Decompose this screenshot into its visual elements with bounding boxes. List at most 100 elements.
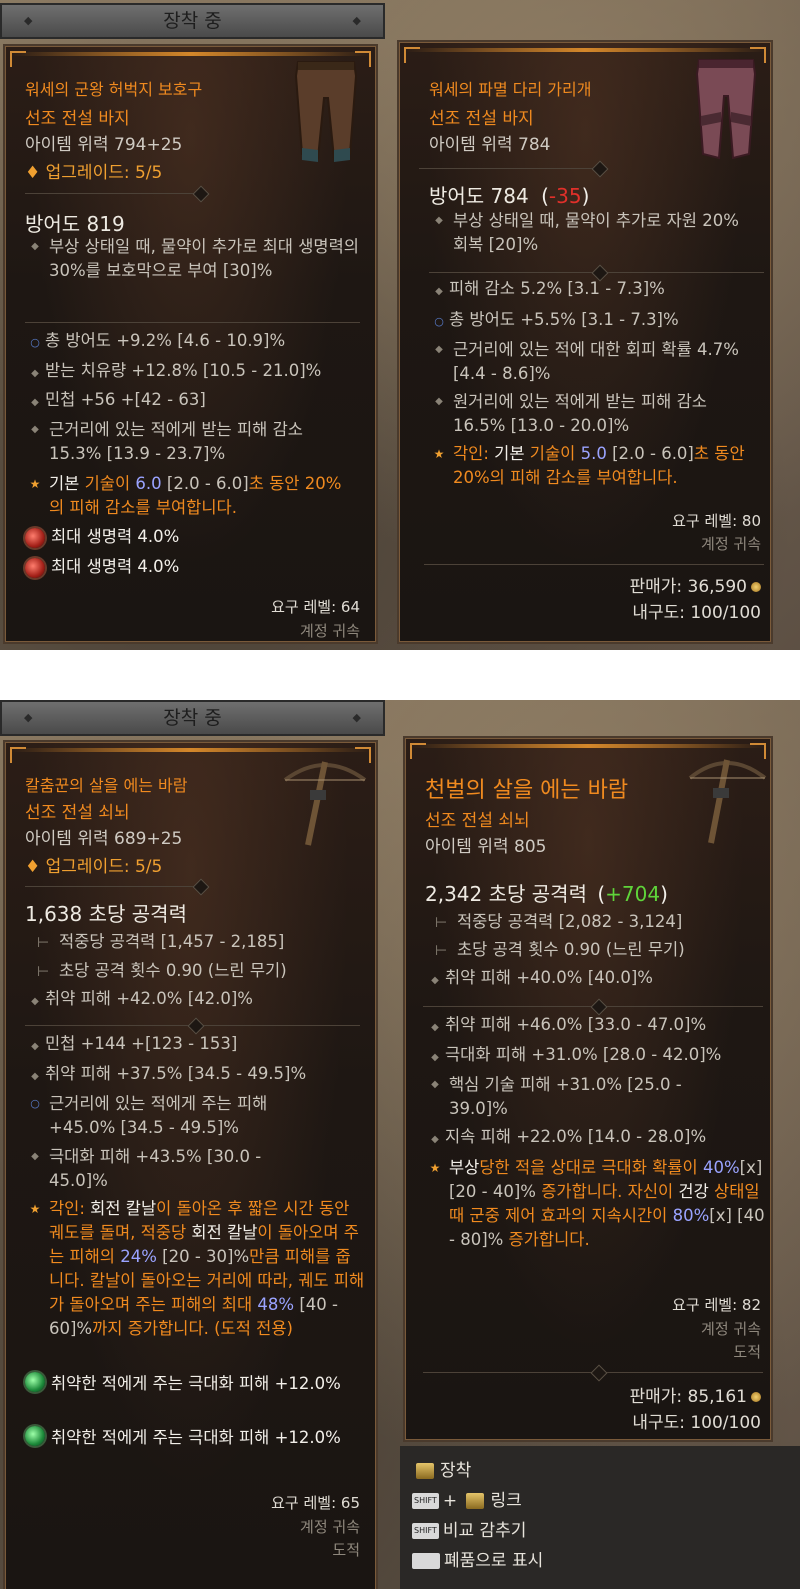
armor-value: 방어도 819 xyxy=(25,212,125,236)
diamond-bullet-icon: ◆ xyxy=(435,215,443,226)
diamond-bullet-icon: ◆ xyxy=(435,286,443,297)
aspect-line: ★ 각인: 기본 기술이 5.0 [2.0 - 6.0]초 동안 20%의 피해… xyxy=(429,442,759,490)
divider xyxy=(429,264,764,282)
affix-line: ◆ 극대화 피해 +43.5% [30.0 - 45.0]% xyxy=(25,1145,325,1193)
equipped-item-tooltip: 칼춤꾼의 살을 에는 바람 선조 전설 쇠뇌 아이템 위력 689+25 ♦ 업… xyxy=(3,740,378,1589)
socket-line: 취약한 적에게 주는 극대화 피해 +12.0% xyxy=(25,1372,345,1396)
affix-line: ◆ 피해 감소 5.2% [3.1 - 7.3]% xyxy=(429,277,759,304)
compared-item-tooltip: 워세의 파멸 다리 가리개 선조 전설 바지 아이템 위력 784 방어도 78… xyxy=(397,40,773,644)
item-name: 워세의 파멸 다리 가리개 xyxy=(429,80,592,99)
ornament-right-icon: ◆ xyxy=(352,711,361,724)
diamond-bullet-icon: ◆ xyxy=(31,368,39,379)
implicit-line: ◆ 부상 상태일 때, 물약이 추가로 최대 생명력의 30%를 보호막으로 부… xyxy=(25,235,365,295)
equip-hint[interactable]: 장착 xyxy=(416,1456,471,1481)
corner-ornament xyxy=(10,51,26,67)
divider xyxy=(25,1017,360,1035)
diamond-bullet-icon: ◆ xyxy=(31,424,39,435)
pants-item-icon xyxy=(294,61,358,162)
corner-ornament xyxy=(404,47,420,63)
item-type: 선조 전설 쇠뇌 xyxy=(25,803,130,823)
ornament-left-icon: ◆ xyxy=(24,711,33,724)
affix-line: ◆ 민첩 +144 +[123 - 153] xyxy=(25,1032,237,1059)
diamond-bullet-icon: ◆ xyxy=(435,344,443,355)
item-name: 칼춤꾼의 살을 에는 바람 xyxy=(25,776,188,795)
hide-compare-hint[interactable]: SHIFT 비교 감추기 xyxy=(412,1516,526,1541)
diamond-bullet-icon: ◆ xyxy=(431,1134,439,1145)
divider xyxy=(25,878,210,896)
mark-junk-hint[interactable]: 폐품으로 표시 xyxy=(412,1546,543,1571)
spacebar-key-icon xyxy=(412,1553,440,1569)
item-name: 천벌의 살을 에는 바람 xyxy=(425,778,629,803)
item-power: 아이템 위력 794+25 xyxy=(25,135,183,155)
divider xyxy=(25,322,360,323)
star-aspect-icon: ★ xyxy=(29,477,41,491)
sell-price: 판매가: 85,161 xyxy=(629,1382,761,1407)
ornament-right-icon: ◆ xyxy=(352,14,361,27)
corner-ornament xyxy=(410,743,426,759)
dps-diff: +704 xyxy=(605,882,661,906)
diamond-bullet-icon: ◆ xyxy=(31,241,39,252)
account-bound: 계정 귀속 xyxy=(300,1518,360,1536)
equipped-header-label: 장착 중 xyxy=(163,707,222,729)
required-level: 요구 레벨: 82 xyxy=(672,1296,761,1314)
corner-ornament xyxy=(10,747,26,763)
crossbow-item-icon xyxy=(688,759,767,844)
class-restriction: 도적 xyxy=(733,1343,761,1361)
item-type: 선조 전설 바지 xyxy=(25,109,130,129)
affix-line: ◆ 받는 치유량 +12.8% [10.5 - 21.0]% xyxy=(25,359,365,386)
aspect-line: ★ 기본 기술이 6.0 [2.0 - 6.0]초 동안 20%의 피해 감소를… xyxy=(25,472,355,520)
circle-bullet-icon: ○ xyxy=(30,336,40,349)
diamond-bullet-icon: ◆ xyxy=(431,1022,439,1033)
emerald-gem-icon xyxy=(25,1372,45,1392)
affix-line: ◆ 지속 피해 +22.0% [14.0 - 28.0]% xyxy=(425,1125,706,1152)
circle-bullet-icon: ○ xyxy=(434,315,444,328)
link-hint[interactable]: SHIFT + 링크 xyxy=(412,1486,522,1511)
diamond-bullet-icon: ◆ xyxy=(31,1151,39,1162)
dps-breakdown: ⊢ 적중당 공격력 [2,082 - 3,124] xyxy=(435,910,682,935)
aspect-line: ★ 각인: 회전 칼날이 돌아온 후 짧은 시간 동안 궤도를 돌며, 적중당 … xyxy=(25,1197,365,1357)
pants-item-icon xyxy=(695,59,757,160)
upgrade-count: ♦ 업그레이드: 5/5 xyxy=(25,857,163,877)
durability: 내구도: 100/100 xyxy=(632,1413,761,1433)
circle-bullet-icon: ○ xyxy=(30,1097,40,1110)
divider xyxy=(424,564,764,565)
affix-line: ◆ 근거리에 있는 적에게 받는 피해 감소 15.3% [13.9 - 23.… xyxy=(25,418,345,466)
dps-line: 2,342 초당 공격력 (+704) xyxy=(425,882,668,906)
divider xyxy=(25,185,210,203)
affix-line: ○ 총 방어도 +9.2% [4.6 - 10.9]% xyxy=(25,329,365,355)
socket-line: 최대 생명력 4.0% xyxy=(25,555,179,579)
affix-line: ◆ 핵심 기술 피해 +31.0% [25.0 - 39.0]% xyxy=(425,1073,745,1121)
implicit-line: ◆ 취약 피해 +42.0% [42.0]% xyxy=(25,987,253,1014)
equipped-item-tooltip: 워세의 군왕 허벅지 보호구 선조 전설 바지 아이템 위력 794+25 ♦ … xyxy=(3,44,378,644)
affix-line: ◆ 취약 피해 +37.5% [34.5 - 49.5]% xyxy=(25,1062,306,1089)
account-bound: 계정 귀속 xyxy=(701,535,761,553)
affix-line: ◆ 민첩 +56 +[42 - 63] xyxy=(25,388,365,415)
diamond-bullet-icon: ◆ xyxy=(431,1079,439,1090)
ruby-gem-icon xyxy=(25,527,45,548)
mouse-button-icon xyxy=(416,1463,434,1479)
top-comparison: ◆ 장착 중 ◆ 워세의 군왕 허벅지 보호구 선조 전설 바지 아이템 위력 … xyxy=(0,0,800,650)
account-bound: 계정 귀속 xyxy=(300,622,360,640)
star-aspect-icon: ★ xyxy=(433,447,445,461)
item-name: 워세의 군왕 허벅지 보호구 xyxy=(25,80,203,99)
equipped-header-label: 장착 중 xyxy=(163,10,222,32)
item-power: 아이템 위력 805 xyxy=(425,837,547,857)
dps-breakdown: ⊢ 적중당 공격력 [1,457 - 2,185] xyxy=(37,930,284,955)
diamond-bullet-icon: ◆ xyxy=(31,1041,39,1052)
compared-item-tooltip: 천벌의 살을 에는 바람 선조 전설 쇠뇌 아이템 위력 805 2,342 초… xyxy=(403,736,773,1442)
divider xyxy=(423,998,763,1016)
dps-breakdown: ⊢ 초당 공격 횟수 0.90 (느린 무기) xyxy=(37,959,287,984)
equipped-header: ◆ 장착 중 ◆ xyxy=(0,700,385,736)
dps-breakdown: ⊢ 초당 공격 횟수 0.90 (느린 무기) xyxy=(435,938,685,963)
diamond-bullet-icon: ◆ xyxy=(31,397,39,408)
item-type: 선조 전설 쇠뇌 xyxy=(425,811,530,831)
armor-diff: -35 xyxy=(548,184,582,208)
diamond-bullet-icon: ◆ xyxy=(31,1071,39,1082)
implicit-line: ◆ 부상 상태일 때, 물약이 추가로 자원 20% 회복 [20]% xyxy=(429,209,749,257)
ruby-gem-icon xyxy=(25,557,45,578)
required-level: 요구 레벨: 80 xyxy=(672,512,761,530)
class-restriction: 도적 xyxy=(332,1541,360,1559)
shift-key-icon: SHIFT xyxy=(412,1493,439,1509)
panel-glow xyxy=(405,48,765,52)
affix-line: ○ 총 방어도 +5.5% [3.1 - 7.3]% xyxy=(429,308,759,334)
